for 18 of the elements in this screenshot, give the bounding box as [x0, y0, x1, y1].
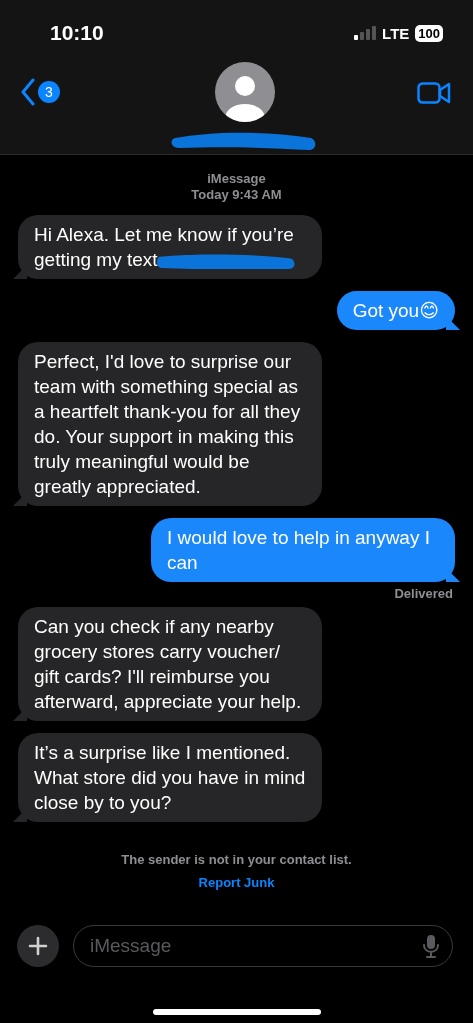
signal-icon	[354, 26, 377, 40]
report-junk-link[interactable]: Report Junk	[198, 875, 275, 890]
plus-icon	[28, 936, 48, 956]
battery-level: 100	[415, 24, 443, 42]
chevron-left-icon	[20, 78, 36, 106]
service-label: iMessage	[207, 171, 266, 187]
message-input-field[interactable]: iMessage	[73, 925, 453, 967]
avatar-icon[interactable]	[214, 62, 275, 122]
video-camera-icon[interactable]	[417, 82, 451, 104]
unread-count-badge: 3	[38, 81, 60, 103]
message-timestamp: Today 9:43 AM	[191, 187, 282, 203]
status-time: 10:10	[50, 21, 104, 45]
delivery-status: Delivered	[394, 586, 453, 601]
notice-text: The sender is not in your contact list.	[121, 852, 352, 867]
network-label: LTE	[382, 24, 410, 42]
back-button[interactable]: 3	[20, 78, 60, 106]
microphone-icon[interactable]	[423, 934, 439, 958]
add-button[interactable]	[17, 925, 59, 967]
